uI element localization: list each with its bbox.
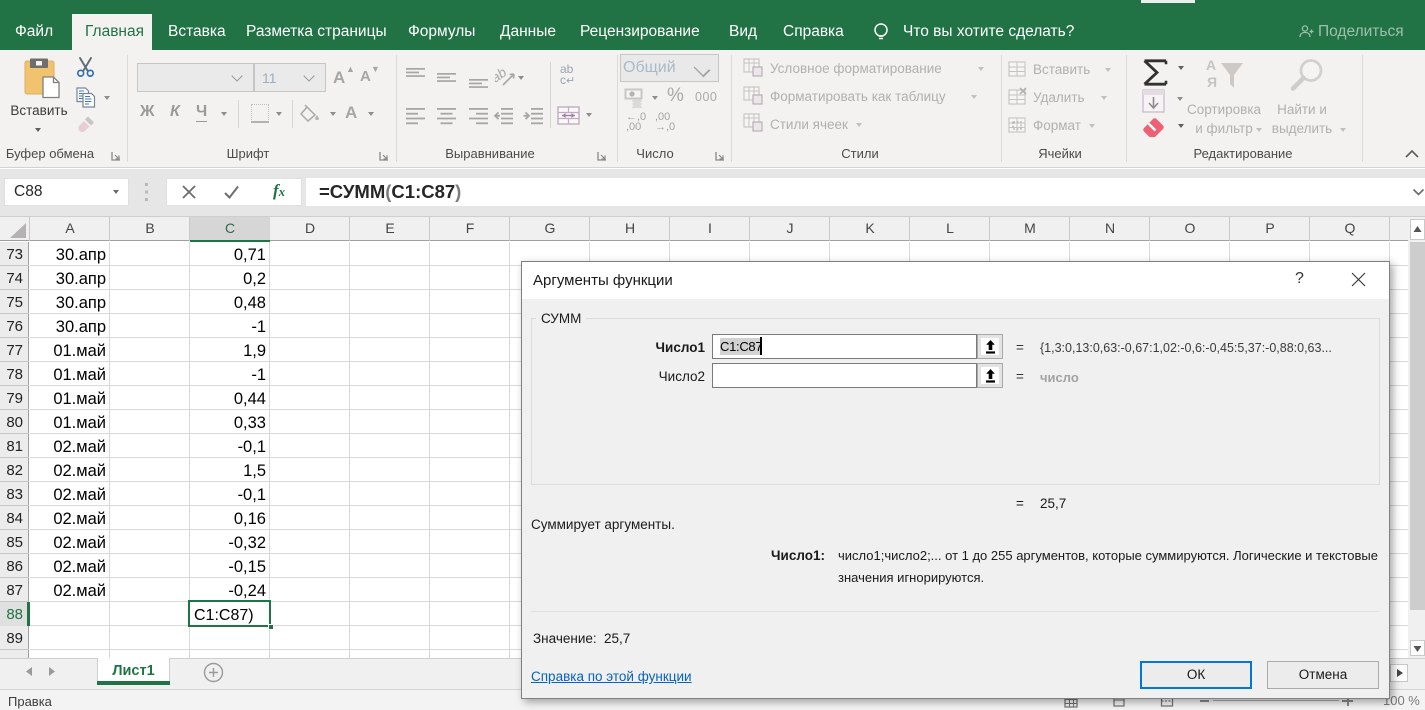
svg-text:ab: ab (495, 66, 510, 85)
